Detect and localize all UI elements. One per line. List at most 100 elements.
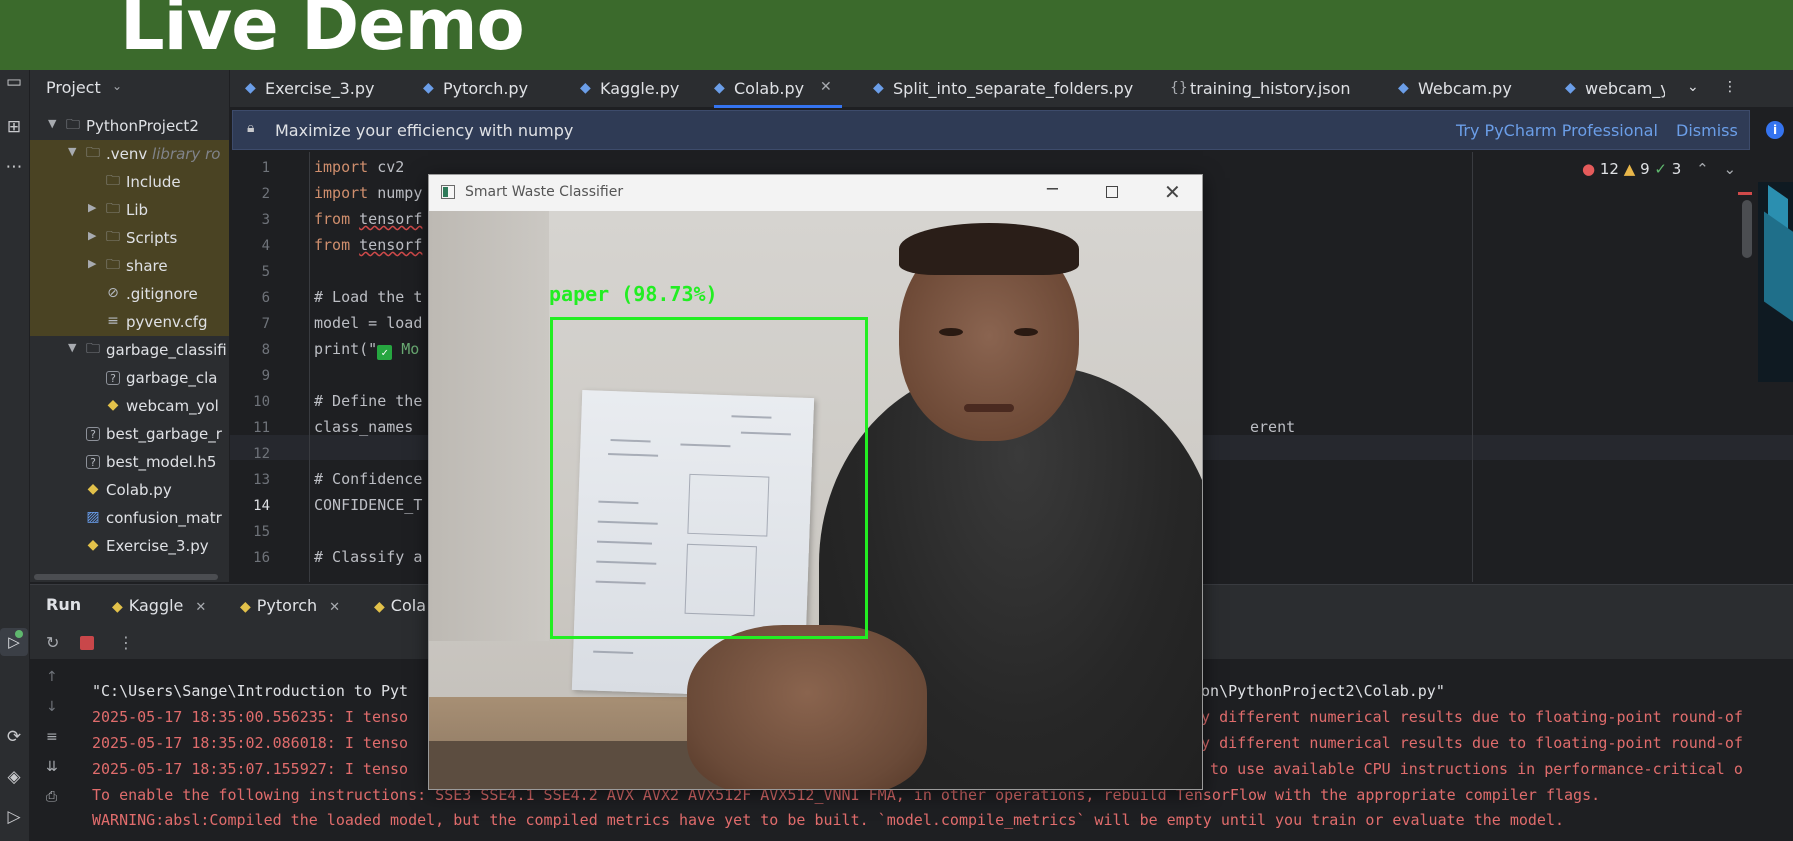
- more-options-icon[interactable]: ⋮: [1723, 79, 1737, 95]
- line-number-current: 14: [253, 498, 270, 514]
- chevron-down-icon[interactable]: ⌄: [1723, 160, 1736, 178]
- tree-item-lib[interactable]: ▶ 🗀 Lib: [30, 196, 229, 224]
- maximize-button[interactable]: [1106, 186, 1118, 198]
- line-number: 16: [253, 550, 270, 566]
- numpy-notification-bar: 🔒︎ Maximize your efficiency with numpy T…: [232, 110, 1750, 150]
- tree-item-scripts[interactable]: ▶ 🗀 Scripts: [30, 224, 229, 252]
- tree-item-webcam-yol[interactable]: ◆ webcam_yol: [30, 392, 229, 420]
- tab-label: webcam_yo: [1585, 79, 1665, 98]
- chevron-down-icon[interactable]: ▼: [48, 117, 56, 130]
- lock-icon: 🔒︎: [247, 120, 255, 136]
- unknown-file-icon: ?: [86, 455, 100, 469]
- dismiss-link[interactable]: Dismiss: [1676, 121, 1738, 140]
- tree-item-pyvenv-cfg[interactable]: ≡ pyvenv.cfg: [30, 308, 229, 336]
- code-text: numpy: [368, 184, 423, 202]
- code-line-4: from tensorf: [314, 236, 422, 254]
- window-titlebar[interactable]: Smart Waste Classifier ─ ✕: [429, 175, 1202, 211]
- code-line-10: # Define the: [314, 392, 423, 410]
- tab-colab[interactable]: ◆ Colab.py ✕: [714, 70, 842, 108]
- tree-item-label: Lib: [126, 201, 149, 219]
- arrow-down-icon[interactable]: ↓: [46, 699, 58, 715]
- project-horizontal-scrollbar[interactable]: [34, 574, 218, 580]
- info-icon[interactable]: i: [1766, 121, 1784, 139]
- close-icon[interactable]: ✕: [329, 600, 340, 615]
- print-icon[interactable]: ⎙: [46, 789, 57, 805]
- chevron-right-icon[interactable]: ▶: [88, 257, 96, 270]
- python-file-icon: ◆: [374, 599, 385, 615]
- structure-tool-icon[interactable]: ⊞: [2, 115, 26, 139]
- more-tools-icon[interactable]: ⋯: [2, 155, 26, 179]
- chevron-down-icon[interactable]: ▼: [68, 341, 76, 354]
- close-icon[interactable]: ✕: [820, 79, 832, 95]
- close-button[interactable]: ✕: [1164, 180, 1181, 204]
- tree-item-share[interactable]: ▶ 🗀 share: [30, 252, 229, 280]
- run-tab-label: Cola: [390, 596, 426, 615]
- run-tab-pytorch[interactable]: ◆ Pytorch ✕: [240, 596, 340, 615]
- tree-item-confusion-matrix[interactable]: ▨ confusion_matr: [30, 504, 229, 532]
- console-line-tail: d to use available CPU instructions in p…: [1192, 760, 1743, 778]
- tree-item-label: Include: [126, 173, 181, 191]
- tree-item-exercise-3[interactable]: ◆ Exercise_3.py: [30, 532, 229, 560]
- tree-item-label: best_garbage_r: [106, 425, 222, 443]
- unknown-file-icon: ?: [86, 427, 100, 441]
- console-line-tail: ly different numerical results due to fl…: [1192, 708, 1743, 726]
- line-number: 15: [253, 524, 270, 540]
- run-tab-colab[interactable]: ◆ Cola: [374, 596, 426, 615]
- try-pycharm-professional-link[interactable]: Try PyCharm Professional: [1456, 121, 1658, 140]
- line-number: 6: [261, 290, 270, 306]
- code-line-1: import cv2: [314, 158, 404, 176]
- inspection-widget[interactable]: ● 12 ▲ 9 ✓ 3 ⌃ ⌄: [1582, 160, 1736, 178]
- chevron-down-icon[interactable]: ▼: [68, 145, 76, 158]
- smart-waste-classifier-window[interactable]: Smart Waste Classifier ─ ✕ paper (98.73%…: [428, 174, 1203, 790]
- chevron-right-icon[interactable]: ▶: [88, 229, 96, 242]
- rerun-icon[interactable]: ↻: [46, 633, 59, 652]
- run-tab-kaggle[interactable]: ◆ Kaggle ✕: [112, 596, 206, 615]
- run-tool-icon[interactable]: ▷: [0, 628, 28, 656]
- console-line: 2025-05-17 18:35:00.556235: I tenso: [92, 708, 409, 726]
- chevron-down-icon[interactable]: ⌄: [112, 79, 122, 93]
- chevron-right-icon[interactable]: ▶: [88, 201, 96, 214]
- tree-item-include[interactable]: 🗀 Include: [30, 168, 229, 196]
- python-console-icon[interactable]: ⟳: [2, 725, 26, 749]
- person-hand: [687, 625, 927, 789]
- tree-item-best-model[interactable]: ? best_model.h5: [30, 448, 229, 476]
- tree-item-venv[interactable]: ▼ 🗀 .venv library ro: [30, 140, 229, 168]
- arrow-up-icon[interactable]: ↑: [46, 669, 58, 685]
- project-header[interactable]: Project ⌄: [30, 70, 229, 106]
- tree-item-best-garbage[interactable]: ? best_garbage_r: [30, 420, 229, 448]
- line-number: 3: [261, 212, 270, 228]
- run-tab-label: Pytorch: [256, 596, 318, 615]
- tree-item-label: pyvenv.cfg: [126, 313, 208, 331]
- app-icon: [441, 185, 455, 199]
- services-icon[interactable]: ▷: [2, 805, 26, 829]
- line-number: 12: [253, 446, 270, 462]
- banner-title: Live Demo: [120, 0, 525, 66]
- tree-item-colab[interactable]: ◆ Colab.py: [30, 476, 229, 504]
- scroll-to-end-icon[interactable]: ⇊: [46, 759, 58, 775]
- tree-item-gitignore[interactable]: ⊘ .gitignore: [30, 280, 229, 308]
- error-stripe-marker[interactable]: [1738, 192, 1752, 195]
- tree-item-label: webcam_yol: [126, 397, 219, 415]
- chevron-down-icon[interactable]: ⌄: [1687, 79, 1699, 95]
- chevron-up-icon[interactable]: ⌃: [1696, 160, 1709, 178]
- line-number: 5: [261, 264, 270, 280]
- tree-item-pythonproject2[interactable]: ▼ 🗀 PythonProject2: [30, 112, 229, 140]
- editor-scrollbar[interactable]: [1742, 200, 1752, 258]
- soft-wrap-icon[interactable]: ≡: [46, 729, 58, 745]
- layers-icon[interactable]: ◈: [2, 765, 26, 789]
- folder-icon: 🗀: [86, 341, 100, 357]
- more-options-icon[interactable]: ⋮: [118, 633, 134, 652]
- close-icon[interactable]: ✕: [195, 600, 206, 615]
- line-number: 9: [261, 368, 270, 384]
- tree-item-garbage-cla[interactable]: ? garbage_cla: [30, 364, 229, 392]
- tree-item-label: Colab.py: [106, 481, 172, 499]
- project-tool-icon[interactable]: ▭: [2, 70, 26, 94]
- code-line-11-tail: erent: [1250, 418, 1296, 436]
- tab-webcam-yo[interactable]: ◆ webcam_yo: [1565, 70, 1665, 108]
- stop-button[interactable]: [80, 636, 94, 650]
- code-text: cv2: [368, 158, 405, 176]
- tree-item-garbage-classifier-folder[interactable]: ▼ 🗀 garbage_classifi: [30, 336, 229, 364]
- code-line-13: # Confidence: [314, 470, 423, 488]
- minimize-button[interactable]: ─: [1047, 179, 1058, 200]
- code-line-11: class_names: [314, 418, 414, 436]
